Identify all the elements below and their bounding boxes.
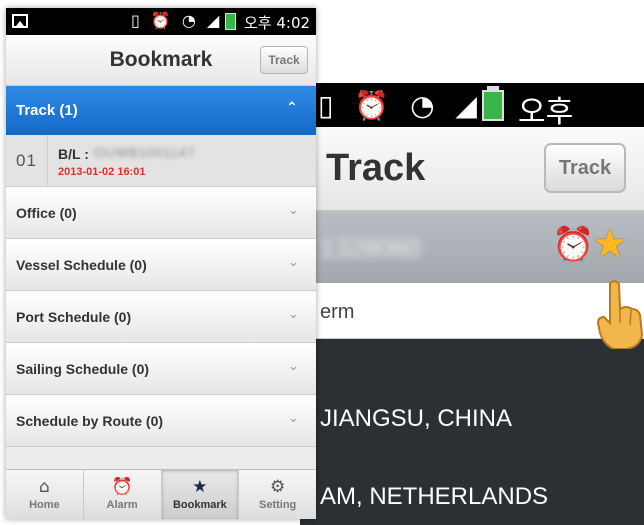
tab-setting[interactable]: ⚙ Setting [239, 470, 316, 519]
home-icon: ⌂ [38, 477, 50, 497]
accordion-port-schedule[interactable]: Port Schedule (0) ⌄ [6, 291, 316, 343]
chevron-down-icon: ⌄ [288, 307, 299, 322]
tracked-item-row[interactable]: 1328060 ⏰ ★ [300, 211, 644, 283]
accordion-label: Vessel Schedule (0) [16, 257, 147, 273]
accordion-label: Port Schedule (0) [16, 309, 132, 325]
bl-label: B/L : [58, 146, 89, 162]
accordion-label: Schedule by Route (0) [16, 413, 164, 429]
route-detail-panel: JIANGSU, CHINA AM, NETHERLANDS [300, 339, 644, 525]
accordion-vessel-schedule[interactable]: Vessel Schedule (0) ⌄ [6, 239, 316, 291]
battery-icon [225, 13, 236, 30]
bookmark-datetime: 2013-01-02 16:01 [58, 166, 146, 178]
status-bar: ▯ ⏰ ◔ ◢ 오후 4:02 [6, 8, 316, 35]
accordion-schedule-by-route[interactable]: Schedule by Route (0) ⌄ [6, 395, 316, 447]
accordion-office[interactable]: Office (0) ⌄ [6, 187, 316, 239]
accordion-label: Track (1) [16, 102, 78, 119]
chevron-down-icon: ⌄ [288, 359, 299, 374]
bookmark-star-icon[interactable]: ★ [592, 221, 628, 267]
item-index: 01 [6, 135, 48, 187]
accordion-sailing-schedule[interactable]: Sailing Schedule (0) ⌄ [6, 343, 316, 395]
track-screen-zoomed: ▯ ⏰ ◔ ◢ 오후 3:59 Track Track 1328060 ⏰ ★ … [300, 83, 644, 525]
chevron-down-icon: ⌄ [288, 411, 299, 426]
tab-label: Home [29, 499, 60, 511]
chevron-down-icon: ⌄ [288, 203, 299, 218]
bl-number-blurred: OUWB1001147 [94, 145, 196, 160]
accordion-label: Sailing Schedule (0) [16, 361, 150, 377]
track-page-title: Track [326, 147, 426, 189]
pointing-hand-icon [596, 280, 644, 349]
origin-port: JIANGSU, CHINA [320, 405, 513, 432]
track-title-bar: Track Track [300, 127, 644, 211]
tab-home[interactable]: ⌂ Home [6, 470, 84, 519]
bookmark-list-item[interactable]: 01 B/L : OUWB1001147 2013-01-02 16:01 [6, 135, 316, 187]
chevron-down-icon: ⌄ [288, 255, 299, 270]
bookmark-screen: ▯ ⏰ ◔ ◢ 오후 4:02 Bookmark Track Track (1)… [6, 8, 316, 519]
destination-port: AM, NETHERLANDS [320, 483, 549, 510]
tab-alarm[interactable]: ⏰ Alarm [84, 470, 162, 519]
app-header: Bookmark Track [6, 35, 316, 86]
tab-label: Bookmark [172, 499, 227, 511]
battery-icon [482, 86, 504, 121]
gear-icon: ⚙ [270, 477, 286, 497]
gallery-icon [12, 14, 28, 28]
accordion-label: Office (0) [16, 205, 77, 221]
tab-bookmark[interactable]: ★ Bookmark [161, 470, 240, 519]
alarm-clock-icon: ⏰ [111, 477, 133, 497]
screenshot-stage: ▯ ⏰ ◔ ◢ 오후 3:59 Track Track 1328060 ⏰ ★ … [0, 0, 644, 525]
term-text: erm [320, 301, 355, 323]
track-button-zoomed[interactable]: Track [544, 143, 626, 193]
accordion-track-header[interactable]: Track (1) ⌃ [6, 86, 316, 135]
alarm-clock-icon[interactable]: ⏰ [552, 225, 594, 265]
track-button[interactable]: Track [260, 46, 308, 74]
tab-label: Alarm [106, 499, 138, 511]
chevron-up-icon: ⌃ [286, 100, 298, 116]
tab-label: Setting [258, 499, 297, 511]
status-icons: ▯ ⏰ ◔ ◢ [131, 11, 223, 30]
status-time: 오후 4:02 [244, 14, 311, 32]
status-icons: ▯ ⏰ ◔ ◢ [318, 89, 483, 122]
bottom-tab-bar: ⌂ Home ⏰ Alarm ★ Bookmark ⚙ Setting [6, 469, 316, 519]
term-row: erm [300, 283, 644, 339]
star-icon: ★ [192, 477, 208, 497]
accordion-section-list: Office (0) ⌄ Vessel Schedule (0) ⌄ Port … [6, 187, 316, 447]
empty-area [6, 447, 316, 469]
tracked-number-blurred: 1328060 [320, 233, 422, 263]
status-bar-zoomed: ▯ ⏰ ◔ ◢ 오후 3:59 [300, 83, 644, 166]
